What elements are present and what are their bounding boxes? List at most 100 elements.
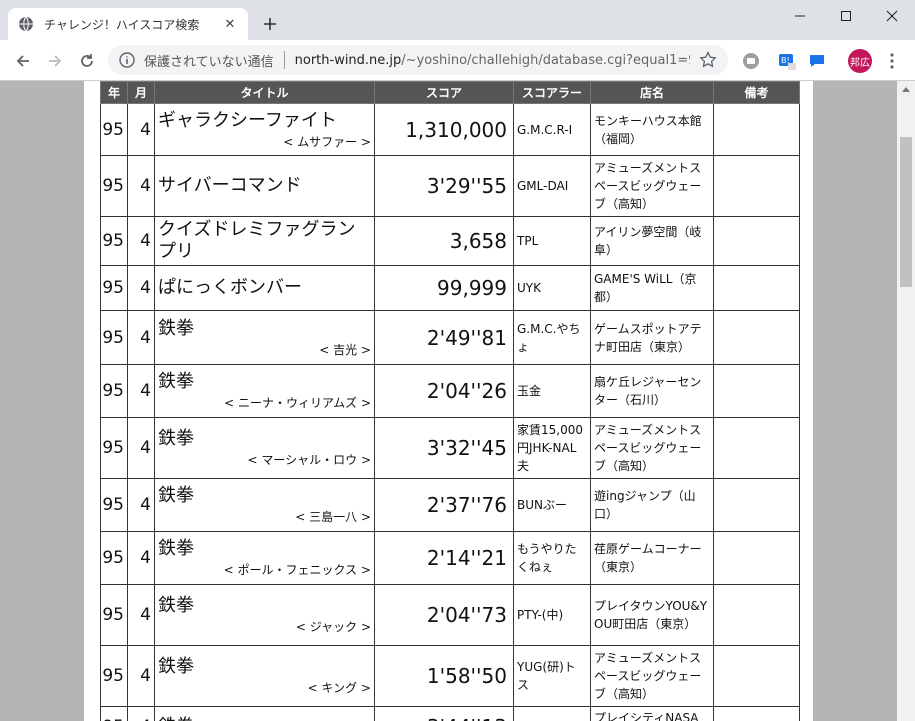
game-title: 鉄拳: [158, 716, 371, 721]
cell-scorer: BUNぶー: [513, 478, 591, 532]
game-title: 鉄拳: [158, 538, 194, 559]
forward-arrow-icon: [49, 55, 62, 67]
table-row: 95 4 ギャラクシーファイト < ムサファー >1,310,000 G.M.C.R-I…: [100, 103, 800, 156]
cell-scorer: もうやりたくねぇ: [513, 531, 591, 585]
cell-shop: アイリン夢空間（岐阜）: [590, 216, 714, 266]
cell-note: [713, 265, 800, 311]
character-name: < ポール・フェニックス >: [223, 563, 371, 577]
cell-title: クイズドレミファグランプリ: [154, 216, 375, 266]
title-bar: チャレンジ！ハイスコア検索 ✕: [0, 0, 915, 40]
reload-icon: [81, 54, 93, 67]
cell-score: 99,999: [374, 265, 514, 311]
cell-month: 4: [127, 531, 155, 585]
vertical-scrollbar[interactable]: [897, 81, 915, 721]
game-title: 鉄拳: [158, 656, 194, 677]
cell-title: 鉄拳 < ジャック >: [154, 584, 375, 646]
minimize-button[interactable]: [777, 0, 823, 32]
cell-shop: GAME'S WiLL（京都）: [590, 265, 714, 311]
browser-toolbar: 保護されていない通信 north-wind.ne.jp/~yoshino/cha…: [0, 40, 915, 81]
cell-year: 95: [100, 478, 128, 532]
info-icon[interactable]: [118, 51, 136, 69]
cell-note: [713, 645, 800, 707]
cell-year: 95: [100, 645, 128, 707]
table-row: 95 4 鉄拳 < 吉光 >2'49''81 G.M.C.やちょ ゲームスポットアテナ町田…: [100, 310, 800, 365]
game-title: ギャラクシーファイト: [158, 109, 337, 131]
header-scorer: スコアラー: [513, 81, 591, 104]
game-title: 鉄拳: [158, 428, 194, 449]
cell-title: 鉄拳 < 三島一八 >: [154, 478, 375, 532]
table-row: 95 4 鉄拳 < ジャック >2'04''73 PTY-(中) プレイタウンYOU&YO…: [100, 584, 800, 646]
star-icon[interactable]: [698, 50, 718, 70]
cell-note: [713, 364, 800, 418]
cell-note: [713, 706, 800, 721]
back-button[interactable]: [10, 48, 36, 74]
cell-score: 2'49''81: [374, 310, 514, 365]
cell-title: ぱにっくボンバー: [154, 265, 375, 311]
cell-scorer: G.M.C.やちょ: [513, 310, 591, 365]
game-title: ぱにっくボンバー: [158, 277, 302, 298]
avatar[interactable]: 邦広: [848, 49, 872, 73]
address-bar[interactable]: 保護されていない通信 north-wind.ne.jp/~yoshino/cha…: [108, 45, 728, 75]
security-label: 保護されていない通信: [144, 54, 274, 70]
cell-month: 4: [127, 645, 155, 707]
cell-month: 4: [127, 265, 155, 311]
cell-title: 鉄拳 < ニーナ・ウィリアムズ >: [154, 364, 375, 418]
cell-score: 2'04''73: [374, 584, 514, 646]
close-icon[interactable]: ✕: [222, 16, 238, 32]
maximize-button[interactable]: [823, 0, 869, 32]
cell-year: 95: [100, 706, 128, 721]
window-close-button[interactable]: [869, 0, 915, 32]
forward-button[interactable]: [42, 48, 68, 74]
extension-chat-icon[interactable]: [740, 50, 762, 72]
cell-shop: 遊ingジャンプ（山口）: [590, 478, 714, 532]
character-name: < キング >: [307, 681, 371, 695]
extension-message-icon[interactable]: [806, 50, 828, 72]
cell-note: [713, 584, 800, 646]
browser-tab[interactable]: チャレンジ！ハイスコア検索 ✕: [8, 8, 248, 40]
high-score-table: 年 月 タイトル スコア スコアラー 店名 備考 95 4 ギャラクシーファイト < …: [100, 81, 800, 721]
table-row: 95 4 鉄拳 < ニーナ・ウィリアムズ >2'04''26 玉金 扇ケ丘レジャーセンター…: [100, 364, 800, 418]
cell-month: 4: [127, 478, 155, 532]
scrollbar-thumb[interactable]: [900, 137, 912, 287]
header-month: 月: [127, 81, 155, 104]
cell-note: [713, 417, 800, 479]
cell-year: 95: [100, 216, 128, 266]
extension-bookmark-icon[interactable]: B!: [776, 50, 798, 72]
table-row: 95 4 ぱにっくボンバー 99,999 UYK GAME'S WiLL（京都）: [100, 265, 800, 311]
page-viewport: 年 月 タイトル スコア スコアラー 店名 備考 95 4 ギャラクシーファイト < …: [0, 81, 897, 721]
close-icon: [886, 10, 898, 22]
header-note: 備考: [713, 81, 800, 104]
scroll-up-arrow-icon[interactable]: [897, 81, 915, 98]
character-name: < ニーナ・ウィリアムズ >: [224, 396, 371, 410]
game-title: 鉄拳: [158, 371, 194, 392]
cell-scorer: G.M.C.R-I: [513, 103, 591, 156]
url-text[interactable]: north-wind.ne.jp/~yoshino/challehigh/dat…: [295, 53, 690, 68]
menu-dots-icon[interactable]: [882, 50, 902, 72]
cell-title: 鉄拳 < ポール・フェニックス >: [154, 531, 375, 585]
cell-scorer: UYK: [513, 265, 591, 311]
reload-button[interactable]: [74, 48, 100, 74]
cell-scorer: 家賃15,000円JHK-NAL夫: [513, 417, 591, 479]
game-title: 鉄拳: [158, 595, 194, 616]
header-year: 年: [100, 81, 128, 104]
cell-shop: アミューズメントスペースビッグウェーブ（高知）: [590, 417, 714, 479]
character-name: < マーシャル・ロウ >: [247, 453, 372, 467]
header-score: スコア: [374, 81, 514, 104]
character-name: < 三島一八 >: [295, 510, 371, 524]
maximize-icon: [841, 11, 851, 21]
cell-scorer: [513, 706, 591, 721]
table-body: 95 4 ギャラクシーファイト < ムサファー >1,310,000 G.M.C.R-I…: [100, 103, 800, 721]
cell-month: 4: [127, 216, 155, 266]
cell-shop: モンキーハウス本館（福岡）: [590, 103, 714, 156]
cell-year: 95: [100, 417, 128, 479]
cell-scorer: PTY-(中): [513, 584, 591, 646]
cell-year: 95: [100, 103, 128, 156]
new-tab-button[interactable]: [258, 12, 282, 36]
table-row: 95 4 鉄拳 < ポール・フェニックス >2'14''21 もうやりたくねぇ 荏原ゲーム…: [100, 531, 800, 585]
globe-icon: [18, 16, 34, 32]
back-arrow-icon: [16, 55, 29, 67]
cell-month: 4: [127, 155, 155, 217]
minimize-icon: [795, 15, 805, 17]
cell-title: サイバーコマンド: [154, 155, 375, 217]
cell-shop: プレイシティNASA杉: [590, 706, 714, 721]
